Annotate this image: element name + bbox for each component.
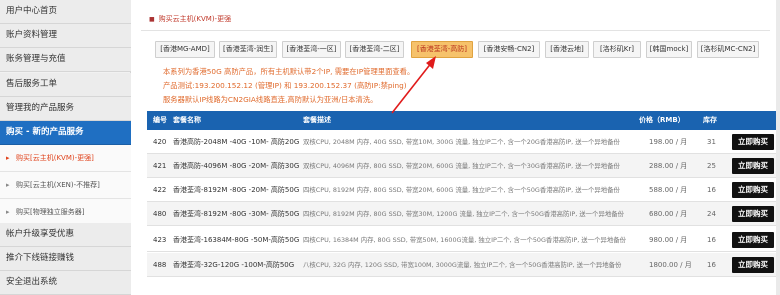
sidebar-item-support-tickets[interactable]: 售后服务工单 [0,73,131,97]
sidebar-subitem-buy-kvm[interactable]: ▸ 购买[云主机(KVM)-更强] [0,145,131,172]
cell-price: 198.00 / 月 [649,138,688,146]
buy-now-button[interactable]: 立即购买 [732,257,774,273]
page: 用户中心首页 账户资料管理 账务管理与充值 售后服务工单 管理我的产品服务 购买… [0,0,780,295]
cell-price: 1800.00 / 月 [649,261,692,269]
buy-now-button[interactable]: 立即购买 [732,206,774,222]
sidebar-item-user-center-home[interactable]: 用户中心首页 [0,0,131,24]
col-header-name: 套餐名称 [173,116,201,124]
cell-name: 香港荃湾-8192M -80G -20M- 高防50G [173,186,300,194]
cell-id: 480 [153,210,167,218]
notice-line: 本系列为香港50G 高防产品，所有主机默认带2个IP, 需要在IP管理里面查看。 [163,67,415,76]
cell-price: 588.00 / 月 [649,186,688,194]
table-row: 421 香港高防-4096M -80G -20M- 高防30G 双核CPU, 4… [147,154,780,178]
buy-now-button[interactable]: 立即购买 [732,158,774,174]
cell-desc: 四核CPU, 16384M 内存, 80G SSD, 带宽50M, 1600G流… [303,236,627,244]
tab-hk-tsuen-wan-zone1[interactable]: [香港荃湾-一区] [282,41,341,58]
cell-desc: 双核CPU, 4096M 内存, 80G SSD, 带宽20M, 600G 流量… [303,162,620,170]
table-header: 编号 套餐名称 套餐描述 价格（RMB） 库存 [147,111,780,130]
sidebar-subitem-label: 购买[物理独立服务器] [16,208,85,216]
table-row: 423 香港荃湾-16384M-80G -50M-高防50G 四核CPU, 16… [147,228,780,252]
cell-name: 香港高防-4096M -80G -20M- 高防30G [173,162,300,170]
cell-stock: 25 [707,162,716,170]
buy-now-button[interactable]: 立即购买 [732,232,774,248]
cell-name: 香港高防-2048M -40G -10M- 高防20G [173,138,300,146]
col-header-stock: 库存 [703,116,717,124]
table-row: 480 香港荃湾-8192M -80G -30M- 高防50G 四核CPU, 8… [147,202,780,226]
cell-desc: 四核CPU, 8192M 内存, 80G SSD, 带宽20M, 600G 流量… [303,186,620,194]
arrow-right-icon: ▸ [6,181,10,189]
sidebar-subitem-buy-xen[interactable]: ▸ 购买[云主机(XEN)-不推荐] [0,172,131,199]
table-row: 422 香港荃湾-8192M -80G -20M- 高防50G 四核CPU, 8… [147,178,780,202]
cell-id: 423 [153,236,167,244]
cell-price: 980.00 / 月 [649,236,688,244]
sidebar-item-billing-recharge[interactable]: 账务管理与充值 [0,48,131,72]
sidebar: 用户中心首页 账户资料管理 账务管理与充值 售后服务工单 管理我的产品服务 购买… [0,0,131,295]
tab-hk-anchang-cn2[interactable]: [香港安畅-CN2] [478,41,540,58]
cell-stock: 16 [707,186,716,194]
table-row: 488 香港荃湾-32G-120G -100M-高防50G 八核CPU, 32G… [147,253,780,277]
square-bullet-icon: ■ [149,16,155,23]
notice-line: 服务器默认IP线路为CN2GIA线路直连,高防默认为亚洲/日本清洗。 [163,95,378,104]
cell-name: 香港荃湾-16384M-80G -50M-高防50G [173,236,300,244]
buy-now-button[interactable]: 立即购买 [732,134,774,150]
cell-id: 421 [153,162,167,170]
sidebar-item-buy-new-products[interactable]: 购买 - 新的产品服务 [0,121,131,145]
tab-la-kr[interactable]: [洛杉矶Kr] [593,41,641,58]
cell-stock: 24 [707,210,716,218]
tab-hk-mg-amd[interactable]: [香港MG-AMD] [155,41,215,58]
tab-hk-tsuen-wan-runsheng[interactable]: [香港荃湾-润生] [219,41,277,58]
cell-desc: 双核CPU, 2048M 内存, 40G SSD, 带宽10M, 300G 流量… [303,138,620,146]
table-row: 420 香港高防-2048M -40G -10M- 高防20G 双核CPU, 2… [147,130,780,154]
col-header-id: 编号 [153,116,167,124]
scrollbar[interactable] [776,0,780,295]
divider [141,30,770,31]
cell-desc: 四核CPU, 8192M 内存, 80G SSD, 带宽30M, 1200G 流… [303,210,625,218]
arrow-right-icon: ▸ [6,208,10,216]
tab-hk-tsuen-wan-ddos[interactable]: [香港荃湾-高防] [411,41,473,58]
sidebar-item-referral[interactable]: 推介下线链接赚钱 [0,247,131,271]
cell-stock: 31 [707,138,716,146]
cell-desc: 八核CPU, 32G 内存, 120G SSD, 带宽100M, 3000G流量… [303,261,622,269]
col-header-price: 价格（RMB） [639,116,685,124]
cell-id: 422 [153,186,167,194]
buy-now-button[interactable]: 立即购买 [732,182,774,198]
cell-name: 香港荃湾-32G-120G -100M-高防50G [173,261,295,269]
tab-hk-yundi[interactable]: [香港云地] [545,41,589,58]
col-header-desc: 套餐描述 [303,116,331,124]
cell-stock: 16 [707,236,716,244]
cell-id: 488 [153,261,167,269]
sidebar-item-logout[interactable]: 安全退出系统 [0,271,131,295]
cell-name: 香港荃湾-8192M -80G -30M- 高防50G [173,210,300,218]
sidebar-item-account-profile[interactable]: 账户资料管理 [0,24,131,48]
sidebar-item-manage-products[interactable]: 管理我的产品服务 [0,97,131,121]
cell-stock: 16 [707,261,716,269]
panel-title: ■ 购买云主机(KVM)-更强 [149,14,231,24]
cell-id: 420 [153,138,167,146]
sidebar-subitem-label: 购买[云主机(XEN)-不推荐] [16,181,100,189]
notice-line: 产品测试:193.200.152.12 (管理IP) 和 193.200.152… [163,81,407,90]
cell-price: 680.00 / 月 [649,210,688,218]
tab-hk-tsuen-wan-zone2[interactable]: [香港荃湾-二区] [345,41,404,58]
sidebar-subitem-buy-dedicated[interactable]: ▸ 购买[物理独立服务器] [0,199,131,226]
main-content: ■ 购买云主机(KVM)-更强 [香港MG-AMD] [香港荃湾-润生] [香港荃… [131,0,780,295]
panel-title-text: 购买云主机(KVM)-更强 [158,15,232,23]
sidebar-item-account-upgrade[interactable]: 帐户升级享受优惠 [0,223,131,247]
arrow-right-icon: ▸ [6,154,10,162]
tab-la-mc-cn2[interactable]: [洛杉矶MC-CN2] [697,41,759,58]
tab-korea-mock[interactable]: [韩国mock] [646,41,692,58]
sidebar-subitem-label: 购买[云主机(KVM)-更强] [16,154,94,162]
cell-price: 288.00 / 月 [649,162,688,170]
